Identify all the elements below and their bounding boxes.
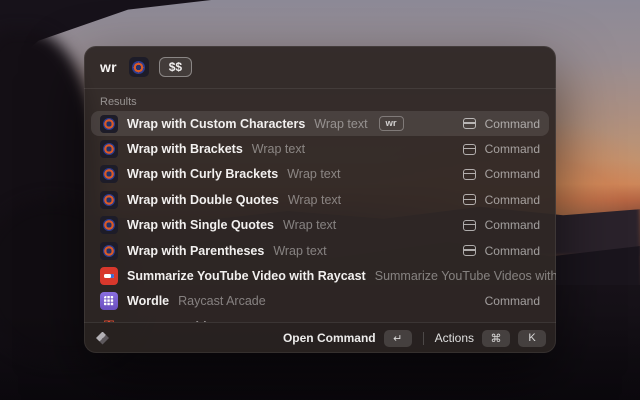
row-title: Wrap with Parentheses [127,244,264,258]
list-item[interactable]: Wordle Raycast Arcade Command [91,289,549,314]
row-icon [100,292,118,310]
actions-button[interactable]: Actions [435,331,474,345]
search-input[interactable]: wr [100,59,117,75]
row-title: Wrap with Brackets [127,142,243,156]
row-subtitle: Wrap text [252,142,305,156]
window-mode-icon [463,245,476,256]
window-mode-icon [463,220,476,231]
window-mode-icon [463,194,476,205]
row-type-label: Command [485,117,540,131]
search-bar[interactable]: wr $$ [84,46,556,89]
open-command-action[interactable]: Open Command [283,331,376,345]
row-icon [100,115,118,133]
row-title: Summarize YouTube Video with Raycast [127,269,366,283]
row-type-label: Command [485,244,540,258]
row-subtitle: Wrap text [287,167,340,181]
results-list: Wrap with Custom Characters Wrap text wr… [84,111,556,322]
row-type-label: Command [485,294,540,308]
row-title: Wrap with Curly Brackets [127,167,278,181]
window-mode-icon [463,118,476,129]
row-icon [100,165,118,183]
row-title: Wrap with Custom Characters [127,117,305,131]
row-icon [100,140,118,158]
alias-badge: wr [379,116,404,131]
raycast-window: wr $$ Results Wrap with Custom Character… [84,46,556,353]
row-icon [100,216,118,234]
wrap-extension-icon [129,57,149,77]
raycast-logo-icon [96,332,109,345]
row-subtitle: Summarize YouTube Videos with AI [375,269,556,283]
row-title: Wrap with Single Quotes [127,218,274,232]
row-subtitle: Wrap text [314,117,367,131]
return-key-icon: ↵ [384,330,412,347]
argument-tag[interactable]: $$ [159,57,192,77]
list-item[interactable]: Wrap with Curly Brackets Wrap text Comma… [91,162,549,187]
window-mode-icon [463,169,476,180]
row-subtitle: Wrap text [288,193,341,207]
list-item[interactable]: T Improve Writing Raycast AI AI Command [91,314,549,322]
row-icon [100,242,118,260]
row-icon [100,267,118,285]
list-item[interactable]: Wrap with Double Quotes Wrap text Comman… [91,187,549,212]
row-subtitle: Wrap text [283,218,336,232]
list-item[interactable]: Wrap with Parentheses Wrap text Command [91,238,549,263]
desktop-wallpaper: wr $$ Results Wrap with Custom Character… [0,0,640,400]
row-type-label: Command [485,218,540,232]
cmd-key-icon: ⌘ [482,330,510,347]
row-title: Wrap with Double Quotes [127,193,279,207]
row-type-label: Command [485,142,540,156]
footer-bar: Open Command ↵ Actions ⌘ K [84,322,556,353]
row-subtitle: Wrap text [273,244,326,258]
row-title: Wordle [127,294,169,308]
results-header: Results [84,89,556,111]
window-mode-icon [463,144,476,155]
row-type-label: Command [485,193,540,207]
list-item[interactable]: Wrap with Single Quotes Wrap text Comman… [91,213,549,238]
footer-divider [423,332,424,345]
row-icon [100,191,118,209]
list-item[interactable]: Wrap with Brackets Wrap text Command [91,136,549,161]
list-item[interactable]: Wrap with Custom Characters Wrap text wr… [91,111,549,136]
k-key-icon: K [518,330,546,347]
row-subtitle: Raycast Arcade [178,294,266,308]
row-type-label: Command [485,167,540,181]
list-item[interactable]: Summarize YouTube Video with Raycast Sum… [91,263,549,288]
